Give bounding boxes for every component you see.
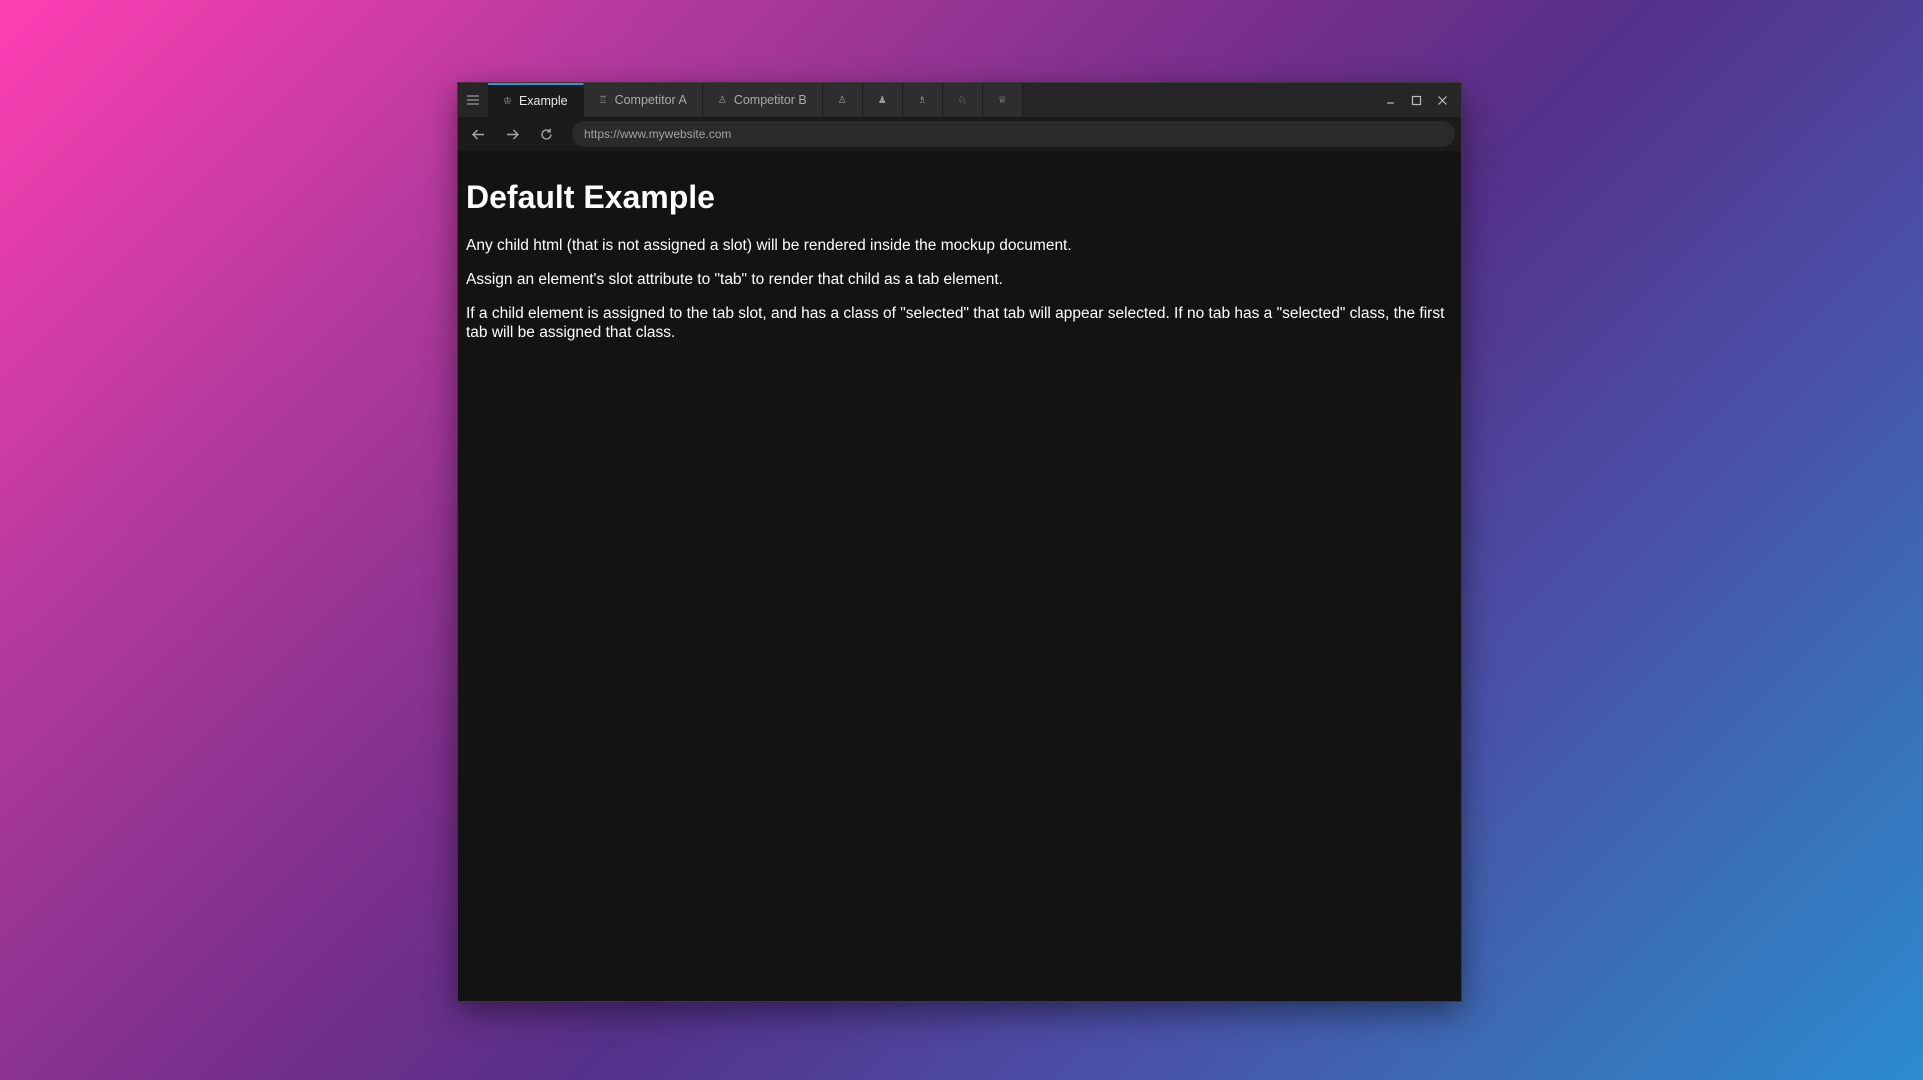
- navigation-bar: https://www.mywebsite.com: [458, 117, 1461, 151]
- chess-rook-icon: ♖: [598, 94, 608, 106]
- chess-queen-icon: ♕: [997, 94, 1007, 106]
- refresh-icon[interactable]: [532, 121, 560, 147]
- tab-example[interactable]: ♔ Example: [488, 83, 584, 117]
- chess-bishop-icon: ♗: [917, 94, 927, 106]
- chess-knight-icon: ♘: [957, 94, 967, 106]
- page-title: Default Example: [466, 179, 715, 215]
- paragraph-3: If a child element is assigned to the ta…: [466, 305, 1445, 341]
- chess-pawn-filled-icon: ♟: [877, 94, 887, 106]
- tab-4[interactable]: ♙: [822, 83, 863, 117]
- page-content: Default Example Any child html (that is …: [458, 151, 1461, 1001]
- chess-king-icon: ♔: [503, 95, 512, 107]
- tab-competitor-b[interactable]: ♙ Competitor B: [702, 83, 823, 117]
- tab-8[interactable]: ♕: [982, 83, 1023, 117]
- tab-label: Competitor A: [614, 93, 687, 107]
- minimize-icon[interactable]: [1379, 89, 1401, 111]
- browser-window: ♔ Example ♖ Competitor A ♙ Competitor B …: [457, 82, 1462, 1002]
- tab-competitor-a[interactable]: ♖ Competitor A: [583, 83, 703, 117]
- arrow-right-icon[interactable]: [498, 121, 526, 147]
- chess-pawn-icon: ♙: [717, 94, 727, 106]
- arrow-left-icon[interactable]: [464, 121, 492, 147]
- hamburger-menu-icon[interactable]: [458, 83, 488, 117]
- tab-label: Competitor B: [733, 93, 807, 107]
- paragraph-2: Assign an element's slot attribute to "t…: [466, 271, 1003, 288]
- tab-label: Example: [518, 94, 568, 108]
- tab-6[interactable]: ♗: [902, 83, 943, 117]
- tab-bar: ♔ Example ♖ Competitor A ♙ Competitor B …: [458, 83, 1461, 117]
- tab-7[interactable]: ♘: [942, 83, 983, 117]
- address-bar[interactable]: https://www.mywebsite.com: [572, 121, 1455, 147]
- chess-pawn-outline-icon: ♙: [837, 94, 847, 106]
- tab-5[interactable]: ♟: [862, 83, 903, 117]
- maximize-icon[interactable]: [1405, 89, 1427, 111]
- close-icon[interactable]: [1431, 89, 1453, 111]
- window-controls: [1379, 83, 1461, 117]
- paragraph-1: Any child html (that is not assigned a s…: [466, 237, 1072, 254]
